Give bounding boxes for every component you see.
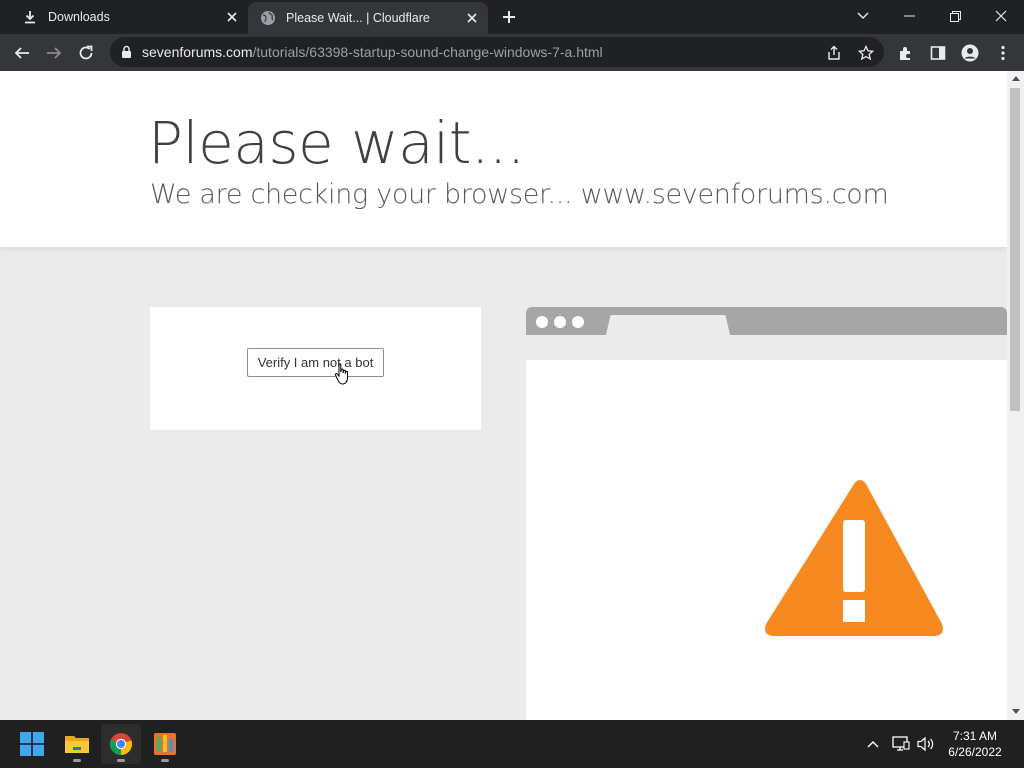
share-icon[interactable] [822, 41, 846, 65]
side-panel-icon[interactable] [924, 39, 952, 67]
bookmark-star-icon[interactable] [854, 41, 878, 65]
back-button[interactable] [8, 39, 36, 67]
app-icon [154, 733, 176, 755]
verify-not-bot-button[interactable]: Verify I am not a bot [247, 348, 384, 377]
windows-taskbar: 7:31 AM 6/26/2022 [0, 720, 1024, 768]
network-icon[interactable] [891, 734, 911, 754]
profile-avatar-icon[interactable] [956, 39, 984, 67]
close-window-button[interactable] [978, 0, 1024, 32]
illustration-dot [572, 316, 584, 328]
scroll-down-icon[interactable] [1007, 704, 1024, 718]
start-button[interactable] [12, 724, 52, 764]
illustration-dot [554, 316, 566, 328]
restore-button[interactable] [932, 0, 978, 32]
globe-icon [260, 10, 276, 26]
new-tab-button[interactable] [498, 6, 520, 28]
address-bar[interactable]: sevenforums.com/tutorials/63398-startup-… [110, 37, 884, 67]
download-icon [22, 9, 38, 25]
taskbar-chrome[interactable] [101, 724, 141, 764]
page-title: Please wait... [148, 109, 525, 177]
clock-date: 6/26/2022 [948, 745, 1002, 759]
close-tab-icon[interactable] [464, 10, 480, 26]
illustration-tab [606, 315, 730, 335]
tray-overflow-chevron-icon[interactable] [863, 734, 883, 754]
browser-toolbar: sevenforums.com/tutorials/63398-startup-… [0, 34, 1024, 71]
reload-button[interactable] [72, 39, 100, 67]
close-tab-icon[interactable] [224, 9, 240, 25]
tab-cloudflare[interactable]: Please Wait... | Cloudflare [248, 2, 488, 34]
verify-card: Verify I am not a bot [150, 307, 481, 430]
scroll-up-icon[interactable] [1007, 71, 1024, 85]
file-explorer-icon [65, 736, 89, 753]
taskbar-file-explorer[interactable] [57, 724, 97, 764]
start-icon [20, 732, 44, 756]
extensions-icon[interactable] [892, 39, 920, 67]
tab-search-chevron-icon[interactable] [840, 0, 886, 32]
running-indicator [117, 759, 125, 762]
illustration-page [526, 360, 1007, 720]
clock-time: 7:31 AM [952, 729, 998, 743]
minimize-button[interactable] [886, 0, 932, 32]
system-clock[interactable]: 7:31 AM 6/26/2022 [940, 728, 1010, 760]
page-header: Please wait... We are checking your brow… [0, 71, 1007, 247]
illustration-dot [536, 316, 548, 328]
running-indicator [161, 759, 169, 762]
tab-title: Downloads [48, 10, 110, 24]
scrollbar-thumb[interactable] [1010, 88, 1020, 411]
tab-title: Please Wait... | Cloudflare [286, 11, 430, 25]
volume-icon[interactable] [916, 734, 936, 754]
running-indicator [73, 759, 81, 762]
illustration-toolbar [526, 335, 1007, 360]
menu-kebab-icon[interactable] [989, 39, 1017, 67]
browser-illustration [526, 307, 1007, 720]
url-host: sevenforums.com [142, 44, 253, 60]
page-scrollbar[interactable] [1007, 71, 1024, 720]
page-viewport: Please wait... We are checking your brow… [0, 71, 1024, 720]
url-path: /tutorials/63398-startup-sound-change-wi… [252, 44, 603, 60]
page-subtitle: We are checking your browser... www.seve… [150, 179, 889, 210]
tab-strip: Downloads Please Wait... | Cloudflare [0, 0, 1024, 34]
illustration-title-bar [526, 307, 1007, 335]
tab-downloads[interactable]: Downloads [0, 0, 248, 34]
taskbar-app[interactable] [145, 724, 185, 764]
forward-button[interactable] [40, 39, 68, 67]
lock-icon[interactable] [118, 44, 134, 60]
chrome-icon [109, 733, 133, 756]
warning-icon [765, 480, 943, 636]
url-text: sevenforums.com/tutorials/63398-startup-… [142, 44, 603, 60]
